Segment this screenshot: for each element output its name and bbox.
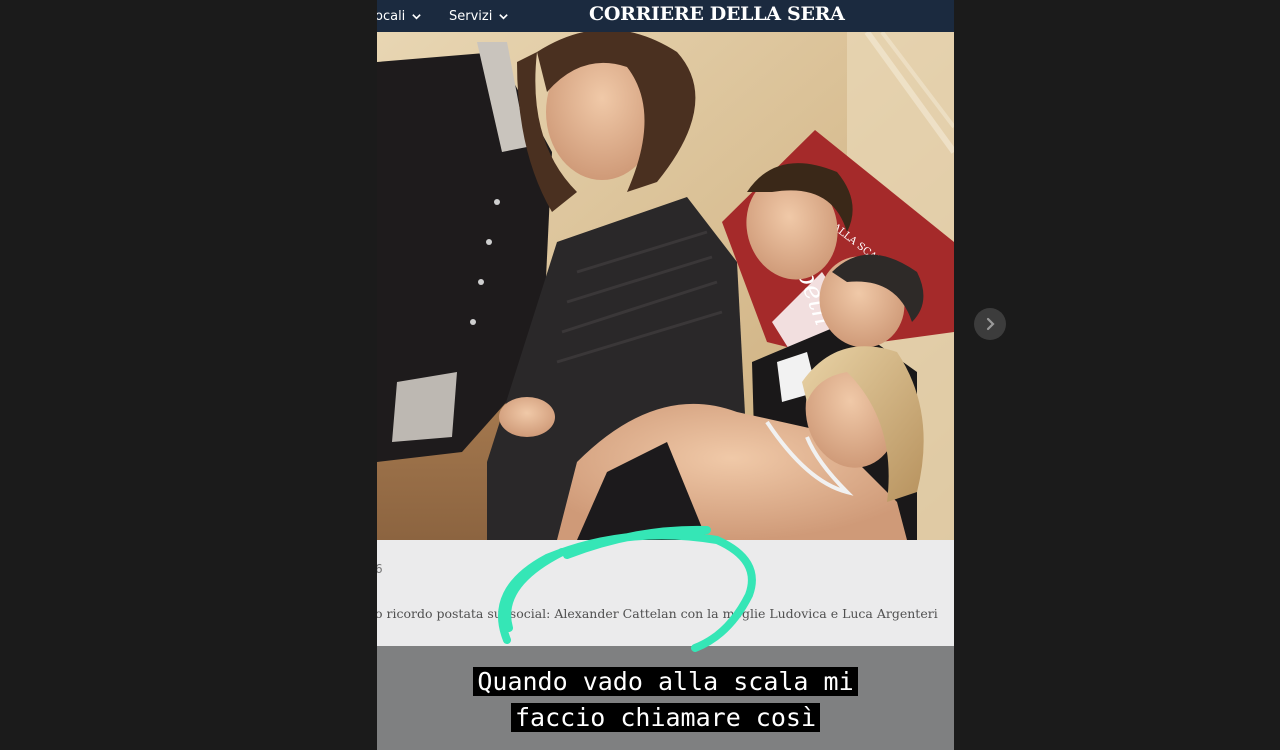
corriere-nav-bar: ocali Servizi CORRIERE DELLA SERA (377, 0, 954, 32)
next-story-button[interactable] (974, 308, 1006, 340)
article-photo: ALLA SCALA beth (377, 32, 954, 540)
nav-item-servizi-label: Servizi (449, 9, 493, 24)
chevron-right-icon (986, 317, 995, 331)
story-text-overlay: Quando vado alla scala mi faccio chiamar… (377, 664, 954, 736)
chevron-down-icon (499, 14, 509, 20)
photo-caption: o ricordo postata sui social: Alexander … (377, 606, 938, 621)
group-selfie-image: ALLA SCALA beth (377, 32, 954, 540)
article-content-area: 6 o ricordo postata sui social: Alexande… (377, 540, 954, 646)
story-viewer[interactable]: ocali Servizi CORRIERE DELLA SERA ALLA S… (377, 0, 954, 750)
story-text-line-1: Quando vado alla scala mi (473, 667, 858, 696)
article-timestamp: 6 (377, 562, 383, 576)
chevron-down-icon (412, 14, 422, 20)
nav-item-locali-label: ocali (377, 9, 406, 24)
story-text-line-2: faccio chiamare così (510, 703, 821, 732)
corriere-masthead-logo: CORRIERE DELLA SERA (589, 3, 845, 25)
nav-item-locali: ocali (377, 9, 422, 24)
nav-item-servizi: Servizi (449, 9, 509, 24)
